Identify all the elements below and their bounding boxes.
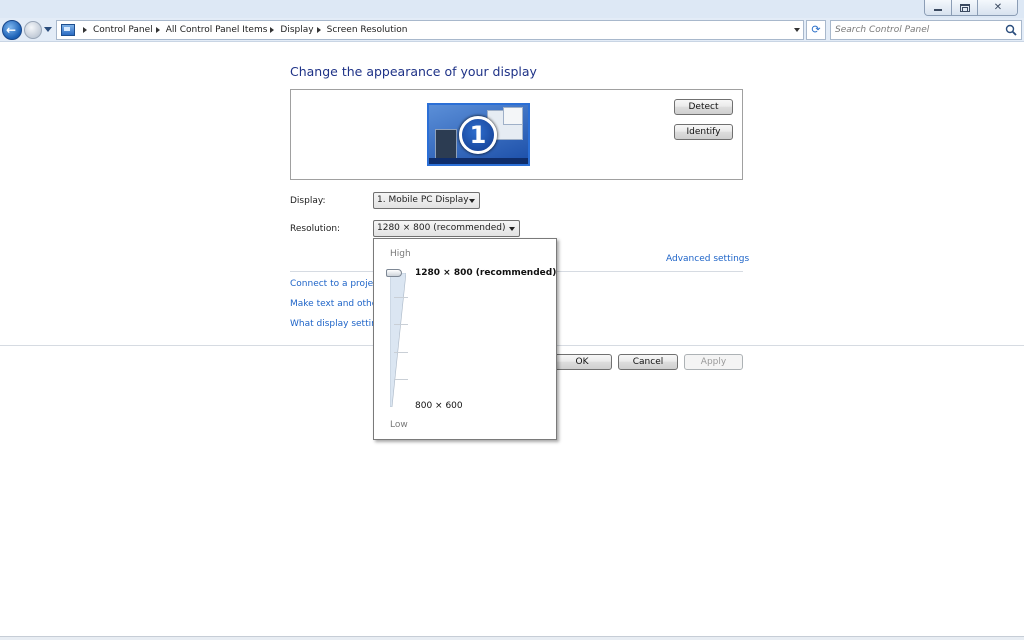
navigation-bar: ← Control Panel All Control Panel Items … xyxy=(0,18,1024,42)
high-label: High xyxy=(390,249,411,259)
breadcrumb-separator-icon[interactable] xyxy=(270,27,275,33)
breadcrumb-control-panel[interactable]: Control Panel xyxy=(93,25,153,35)
resolution-dropdown-popup: High 1280 × 800 (recommended) 800 × 600 … xyxy=(373,238,557,440)
display-select[interactable]: 1. Mobile PC Display xyxy=(373,192,480,209)
chevron-down-icon xyxy=(509,227,515,231)
refresh-icon: ⟳ xyxy=(811,23,821,36)
wallpaper-window-shape xyxy=(435,129,457,159)
resolution-option-1280x800[interactable]: 1280 × 800 (recommended) xyxy=(415,268,556,278)
address-history-dropdown[interactable] xyxy=(790,20,804,40)
recent-pages-dropdown[interactable] xyxy=(44,27,52,32)
low-label: Low xyxy=(390,420,408,430)
resolution-option-800x600[interactable]: 800 × 600 xyxy=(415,401,463,411)
breadcrumb-separator-icon[interactable] xyxy=(155,27,160,33)
connect-projector-link[interactable]: Connect to a projector xyxy=(290,279,373,289)
slider-tick xyxy=(394,324,408,325)
address-bar[interactable]: Control Panel All Control Panel Items Di… xyxy=(56,20,804,40)
resolution-select[interactable]: 1280 × 800 (recommended) xyxy=(373,220,520,237)
title-bar: ✕ xyxy=(0,0,1024,18)
resolution-slider-track[interactable] xyxy=(390,273,408,407)
control-panel-icon xyxy=(61,24,75,36)
close-button[interactable]: ✕ xyxy=(977,0,1017,15)
slider-tick xyxy=(394,297,408,298)
display-settings-help-link[interactable]: What display settings should I choose? xyxy=(290,319,373,329)
breadcrumb-separator-icon[interactable] xyxy=(316,27,321,33)
monitor-number-badge: 1 xyxy=(459,116,497,154)
forward-button[interactable] xyxy=(24,21,42,39)
breadcrumb-separator-icon[interactable] xyxy=(83,27,87,33)
display-select-value: 1. Mobile PC Display xyxy=(377,195,469,205)
identify-button[interactable]: Identify xyxy=(674,124,733,140)
caption-buttons: ✕ xyxy=(924,0,1018,16)
monitor-taskbar xyxy=(429,158,528,164)
slider-wedge xyxy=(390,273,406,407)
resolution-label: Resolution: xyxy=(290,224,341,234)
chevron-down-icon xyxy=(469,199,475,203)
detect-button[interactable]: Detect xyxy=(674,99,733,115)
breadcrumb-display[interactable]: Display xyxy=(280,25,313,35)
search-input[interactable] xyxy=(835,23,995,37)
resolution-select-value: 1280 × 800 (recommended) xyxy=(377,223,506,233)
breadcrumb-screen-resolution[interactable]: Screen Resolution xyxy=(327,25,408,35)
back-button[interactable]: ← xyxy=(2,20,22,40)
refresh-button[interactable]: ⟳ xyxy=(806,20,826,40)
maximize-button[interactable] xyxy=(951,0,977,15)
ok-button[interactable]: OK xyxy=(552,354,612,370)
cancel-button[interactable]: Cancel xyxy=(618,354,678,370)
taskbar-edge xyxy=(0,636,1024,640)
slider-tick xyxy=(394,379,408,380)
restore-icon xyxy=(960,4,970,12)
search-icon[interactable] xyxy=(1005,24,1017,36)
slider-tick xyxy=(394,352,408,353)
breadcrumb-all-items[interactable]: All Control Panel Items xyxy=(166,25,268,35)
minimize-icon xyxy=(934,9,942,11)
resolution-slider-thumb[interactable] xyxy=(386,269,402,277)
apply-button[interactable]: Apply xyxy=(684,354,743,370)
wallpaper-window-shape xyxy=(503,107,523,125)
close-icon: ✕ xyxy=(993,2,1003,13)
monitor-arrangement-panel: 1 Detect Identify xyxy=(290,89,743,180)
display-label: Display: xyxy=(290,196,326,206)
text-size-link[interactable]: Make text and other items larger or smal… xyxy=(290,299,373,309)
page-title: Change the appearance of your display xyxy=(290,64,537,79)
back-arrow-icon: ← xyxy=(6,23,17,37)
advanced-settings-link[interactable]: Advanced settings xyxy=(666,254,749,264)
minimize-button[interactable] xyxy=(925,0,951,15)
monitor-1-tile[interactable]: 1 xyxy=(427,103,530,166)
search-box[interactable] xyxy=(830,20,1022,40)
